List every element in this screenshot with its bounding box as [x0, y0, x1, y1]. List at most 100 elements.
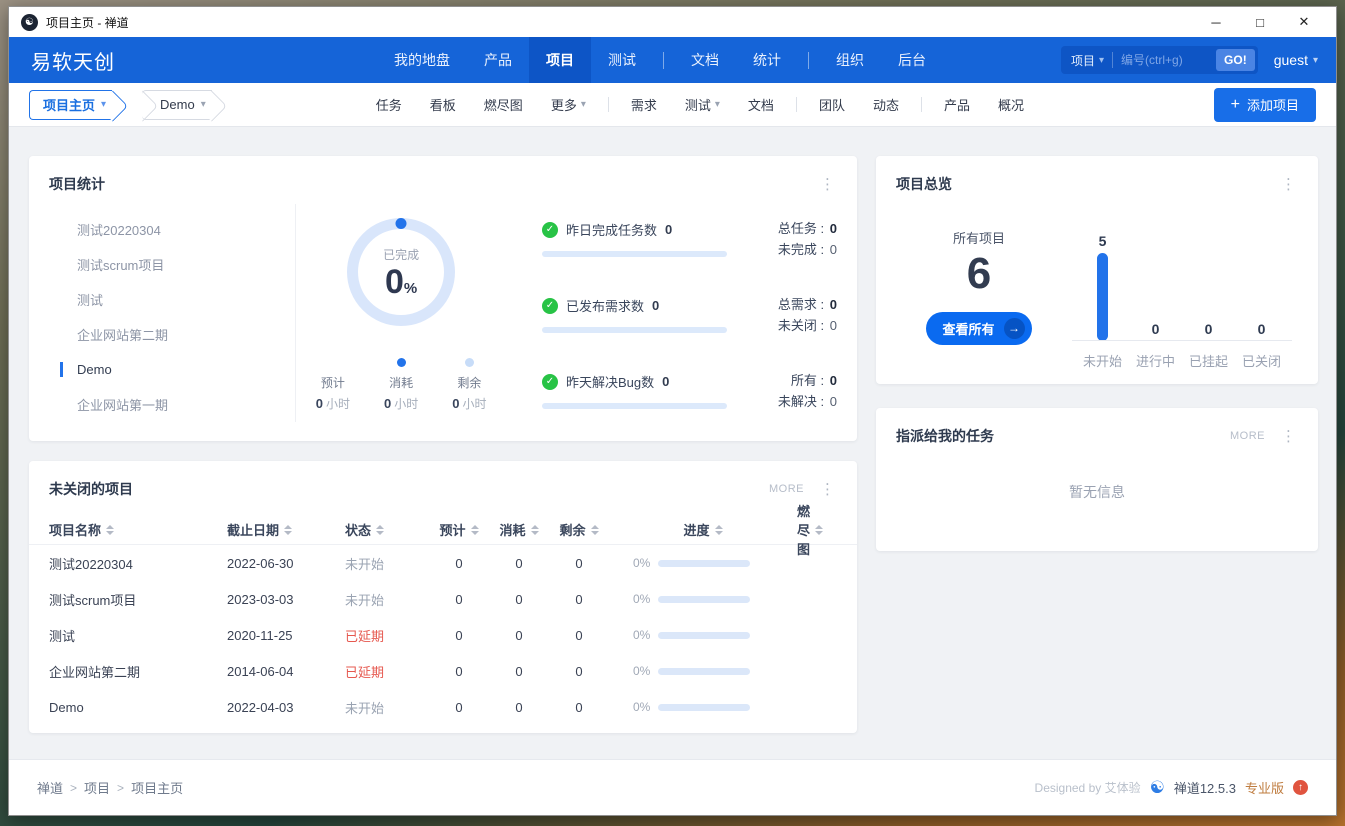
- kebab-menu-icon[interactable]: ⋮: [818, 177, 837, 192]
- cell-project-name[interactable]: 企业网站第二期: [49, 662, 227, 681]
- metric-label: 昨日完成任务数: [566, 220, 657, 239]
- stat-key: 总任务: [778, 221, 817, 236]
- progress-bar: [658, 668, 750, 675]
- legend-name: 剩余: [452, 374, 486, 391]
- tab-story[interactable]: 需求: [617, 95, 671, 114]
- cell-project-name[interactable]: 测试scrum项目: [49, 590, 227, 609]
- breadcrumb-link[interactable]: 项目主页: [131, 778, 183, 797]
- project-list-item[interactable]: 测试20220304: [49, 212, 295, 247]
- tab-doc[interactable]: 文档: [734, 95, 788, 114]
- bar-column: 0 已挂起: [1182, 321, 1235, 368]
- go-button[interactable]: GO!: [1216, 49, 1255, 71]
- maximize-button[interactable]: □: [1238, 8, 1282, 36]
- cell-estimate: 0: [429, 556, 489, 571]
- nav-item-project[interactable]: 项目: [529, 37, 591, 83]
- nav-item-admin[interactable]: 后台: [881, 37, 943, 83]
- panel-title: 项目总览: [896, 174, 952, 194]
- tab-more[interactable]: 更多 ▾: [537, 95, 600, 114]
- project-list-item[interactable]: 企业网站第一期: [49, 387, 295, 422]
- tab-dynamic[interactable]: 动态: [859, 95, 913, 114]
- breadcrumb-link[interactable]: 项目: [84, 778, 110, 797]
- tab-task[interactable]: 任务: [362, 95, 416, 114]
- tab-product[interactable]: 产品: [930, 95, 984, 114]
- nav-item-org[interactable]: 组织: [819, 37, 881, 83]
- column-header[interactable]: 燃尽图: [797, 501, 847, 558]
- add-project-button[interactable]: + 添加项目: [1214, 88, 1316, 122]
- column-header[interactable]: 项目名称: [49, 520, 227, 539]
- legend-item-estimate: 预计 0小时: [316, 358, 350, 412]
- search-input[interactable]: [1121, 53, 1213, 67]
- all-projects-count: 6: [967, 249, 991, 300]
- kebab-menu-icon[interactable]: ⋮: [1279, 429, 1298, 444]
- nav-item-my-space[interactable]: 我的地盘: [377, 37, 467, 83]
- breadcrumb-link[interactable]: 禅道: [37, 778, 63, 797]
- cell-project-name[interactable]: 测试: [49, 626, 227, 645]
- view-all-button[interactable]: 查看所有 →: [926, 312, 1031, 345]
- bar-value: 0: [1205, 321, 1213, 337]
- crumb-label: Demo: [160, 97, 195, 112]
- legend-dot: [397, 358, 406, 367]
- progress-bar: [658, 704, 750, 711]
- cell-status: 已延期: [345, 662, 429, 681]
- cell-left: 0: [549, 592, 609, 607]
- more-link[interactable]: MORE: [1230, 430, 1265, 442]
- table-row[interactable]: 测试 2020-11-25 已延期 0 0 0 0%: [29, 617, 857, 653]
- tab-burndown[interactable]: 燃尽图: [470, 95, 537, 114]
- cell-project-name[interactable]: Demo: [49, 700, 227, 715]
- column-header[interactable]: 状态: [345, 520, 429, 539]
- panel-title: 未关闭的项目: [49, 479, 133, 499]
- cell-project-name[interactable]: 测试20220304: [49, 554, 227, 573]
- main-content: 项目统计 ⋮ 测试20220304 测试scrum项目 测试 企业网站第二期 D…: [9, 127, 1336, 759]
- tab-team[interactable]: 团队: [805, 95, 859, 114]
- plus-icon: +: [1231, 97, 1240, 113]
- panel-header: 指派给我的任务 MORE ⋮: [876, 408, 1318, 446]
- table-row[interactable]: Demo 2022-04-03 未开始 0 0 0 0%: [29, 689, 857, 725]
- donut-value-number: 0: [385, 263, 404, 301]
- table-row[interactable]: 测试20220304 2022-06-30 未开始 0 0 0 0%: [29, 545, 857, 581]
- close-button[interactable]: ✕: [1282, 8, 1326, 36]
- legend-dot: [328, 358, 337, 367]
- nav-item-test[interactable]: 测试: [591, 37, 653, 83]
- table-row[interactable]: 测试scrum项目 2023-03-03 未开始 0 0 0 0%: [29, 581, 857, 617]
- nav-item-product[interactable]: 产品: [467, 37, 529, 83]
- kebab-menu-icon[interactable]: ⋮: [1279, 177, 1298, 192]
- column-header[interactable]: 截止日期: [227, 520, 345, 539]
- project-list-item[interactable]: 测试scrum项目: [49, 247, 295, 282]
- nav-item-doc[interactable]: 文档: [674, 37, 736, 83]
- project-status-bar-chart: 5 未开始 0 进行中 0 已挂起: [1072, 216, 1292, 368]
- app-icon-glyph: ☯: [25, 17, 34, 28]
- completion-donut-chart: 已完成 0% 预计 0小时 消耗: [296, 204, 506, 422]
- brand-logo[interactable]: 易软天创: [9, 46, 137, 75]
- column-header[interactable]: 消耗: [489, 520, 549, 539]
- minimize-button[interactable]: ─: [1194, 8, 1238, 36]
- main-menu: 我的地盘 产品 项目 测试 文档 统计 组织 后台: [377, 37, 943, 83]
- donut-ring: 已完成 0%: [347, 218, 455, 326]
- user-menu[interactable]: guest ▾: [1274, 52, 1318, 68]
- main-navbar: 易软天创 我的地盘 产品 项目 测试 文档 统计 组织 后台 项目 ▾ GO!: [9, 37, 1336, 83]
- crumb-project-home[interactable]: 项目主页 ▾: [29, 90, 112, 120]
- nav-item-report[interactable]: 统计: [736, 37, 798, 83]
- toolbar-divider: [921, 97, 922, 112]
- column-header[interactable]: 剩余: [549, 520, 609, 539]
- crumb-current-project[interactable]: Demo ▾: [142, 90, 212, 120]
- column-header[interactable]: 进度: [609, 520, 797, 539]
- kebab-menu-icon[interactable]: ⋮: [818, 482, 837, 497]
- cell-consumed: 0: [489, 592, 549, 607]
- project-list-item-active[interactable]: Demo: [49, 352, 295, 387]
- my-tasks-panel: 指派给我的任务 MORE ⋮ 暂无信息: [876, 408, 1318, 551]
- breadcrumb: 项目主页 ▾ Demo ▾: [29, 90, 212, 120]
- tab-test[interactable]: 测试 ▾: [671, 95, 734, 114]
- stat-value: 0: [830, 221, 837, 236]
- stats-metrics: ✓ 昨日完成任务数 0 总任务 : 0 未完成 : 0: [506, 204, 837, 422]
- breadcrumb-separator: >: [70, 781, 77, 795]
- upgrade-icon[interactable]: ↑: [1293, 780, 1308, 795]
- column-header[interactable]: 预计: [429, 520, 489, 539]
- tab-overview[interactable]: 概况: [984, 95, 1038, 114]
- tab-kanban[interactable]: 看板: [416, 95, 470, 114]
- table-row[interactable]: 企业网站第二期 2014-06-04 已延期 0 0 0 0%: [29, 653, 857, 689]
- project-list-item[interactable]: 测试: [49, 282, 295, 317]
- project-list-item[interactable]: 企业网站第二期: [49, 317, 295, 352]
- more-link[interactable]: MORE: [769, 483, 804, 495]
- search-category-dropdown[interactable]: 项目 ▾: [1071, 52, 1104, 69]
- edition-label[interactable]: 专业版: [1245, 778, 1284, 797]
